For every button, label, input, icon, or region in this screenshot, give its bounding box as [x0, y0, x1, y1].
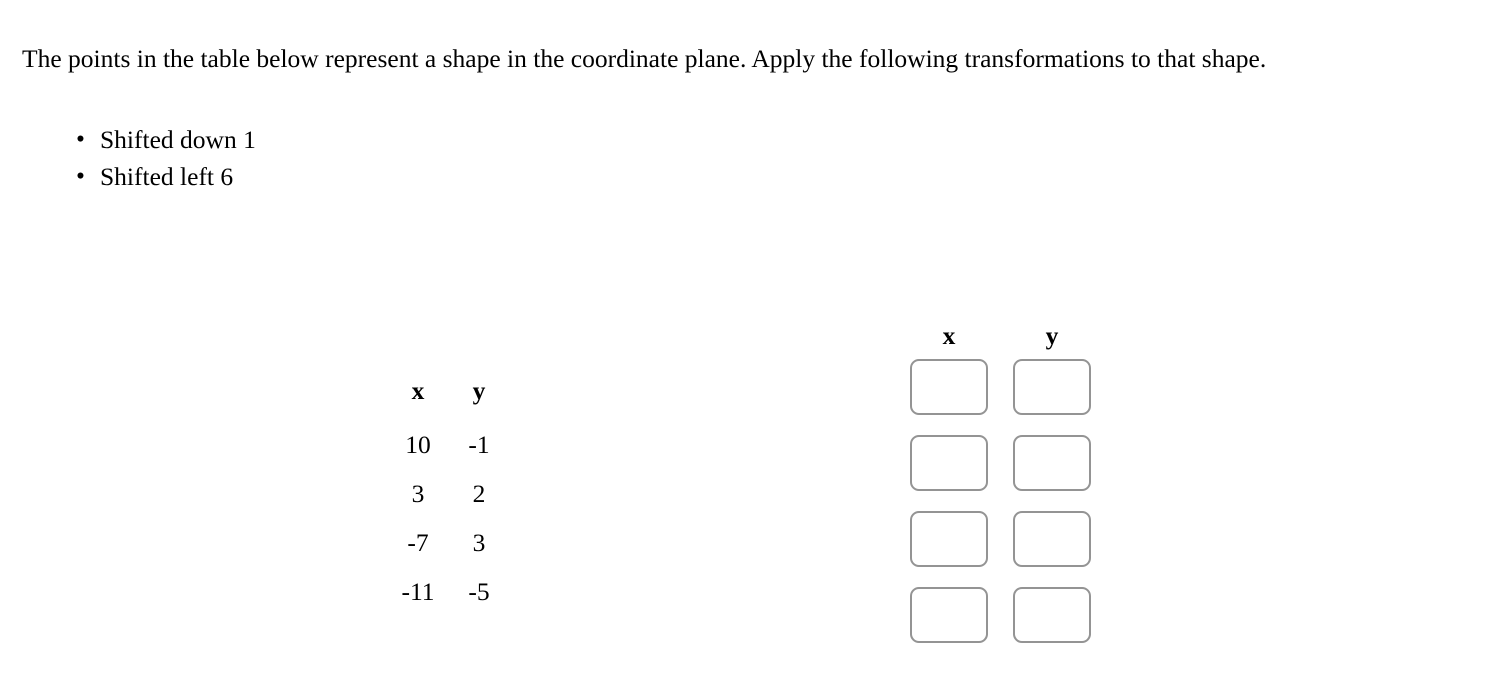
- table-row: 10 -1: [386, 420, 508, 469]
- answer-row: [910, 359, 1091, 415]
- source-header-y: y: [472, 376, 486, 405]
- list-item: Shifted left 6: [76, 157, 256, 195]
- answer-input-x-4[interactable]: [910, 587, 988, 643]
- table-row: -7 3: [386, 518, 508, 567]
- answer-input-y-1[interactable]: [1013, 359, 1091, 415]
- transformation-label: Shifted down 1: [100, 125, 256, 154]
- answer-input-x-2[interactable]: [910, 435, 988, 491]
- source-cell-x: -7: [407, 528, 429, 557]
- source-header-x: x: [411, 376, 425, 405]
- answer-row: [910, 511, 1091, 567]
- answer-points-table: x y: [910, 322, 1091, 643]
- source-cell-x: -11: [401, 577, 435, 606]
- source-cell-y: -1: [468, 430, 490, 459]
- source-cell-y: 2: [472, 479, 486, 508]
- answer-row: [910, 435, 1091, 491]
- source-cell-x: 10: [405, 430, 431, 459]
- table-row: -11 -5: [386, 567, 508, 616]
- answer-input-x-3[interactable]: [910, 511, 988, 567]
- list-item: Shifted down 1: [76, 120, 256, 158]
- answer-input-y-4[interactable]: [1013, 587, 1091, 643]
- transformation-list: Shifted down 1 Shifted left 6: [58, 120, 256, 195]
- answer-row: [910, 587, 1091, 643]
- question-prompt: The points in the table below represent …: [22, 43, 1267, 73]
- transformation-label: Shifted left 6: [100, 162, 234, 191]
- table-row: 3 2: [386, 469, 508, 518]
- answer-input-y-3[interactable]: [1013, 511, 1091, 567]
- table-header-row: x y: [386, 374, 508, 420]
- answer-header-x: x: [942, 321, 956, 350]
- answer-input-y-2[interactable]: [1013, 435, 1091, 491]
- source-cell-y: 3: [472, 528, 486, 557]
- answer-input-x-1[interactable]: [910, 359, 988, 415]
- source-cell-y: -5: [468, 577, 490, 606]
- answer-header-row: x y: [910, 322, 1091, 350]
- answer-header-y: y: [1045, 321, 1059, 350]
- source-points-table: x y 10 -1 3 2 -7 3 -11 -5: [386, 374, 508, 616]
- source-cell-x: 3: [411, 479, 425, 508]
